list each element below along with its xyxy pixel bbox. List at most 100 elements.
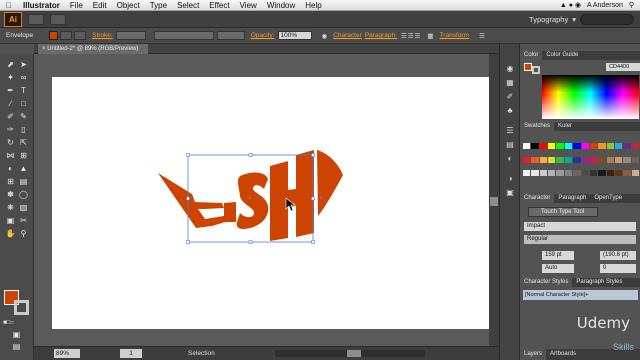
brush-definition[interactable] xyxy=(216,31,245,40)
color-stroke-indicator[interactable] xyxy=(532,66,540,74)
more-options-icon[interactable]: ☰ xyxy=(479,32,485,40)
free-transform-tool-icon[interactable]: ⊞ xyxy=(18,151,29,161)
hand-tool-icon[interactable]: ✋ xyxy=(5,229,16,239)
color-swatch[interactable] xyxy=(614,156,623,163)
eraser-tool-icon[interactable]: ▯ xyxy=(18,125,29,135)
character-style-item[interactable]: [Normal Character Style]+ xyxy=(523,290,638,300)
stroke-label[interactable]: Stroke: xyxy=(92,32,113,39)
color-swatch[interactable] xyxy=(606,143,614,149)
tab-kuler[interactable]: Kuler xyxy=(554,122,576,131)
arrange-documents-button[interactable] xyxy=(50,13,66,25)
artboard[interactable] xyxy=(52,77,489,329)
color-swatch[interactable] xyxy=(539,143,548,149)
tracking-field[interactable]: 0 xyxy=(600,264,636,273)
scroll-thumb[interactable] xyxy=(346,350,361,357)
bridge-button[interactable] xyxy=(28,13,44,25)
gradient-panel-icon[interactable]: ▤ xyxy=(504,140,516,150)
color-swatch[interactable] xyxy=(631,170,639,177)
color-swatch[interactable] xyxy=(598,170,606,177)
character-link[interactable]: Character xyxy=(333,32,362,39)
menu-window[interactable]: Window xyxy=(262,1,300,10)
color-swatch[interactable] xyxy=(523,156,531,163)
color-swatch[interactable] xyxy=(531,143,539,149)
color-swatch[interactable] xyxy=(523,143,531,149)
opacity-field[interactable]: 100% xyxy=(277,31,312,40)
menu-view[interactable]: View xyxy=(235,1,262,10)
rotate-tool-icon[interactable]: ↻ xyxy=(5,138,16,148)
kerning-field[interactable]: Auto xyxy=(542,264,574,273)
color-swatch[interactable] xyxy=(573,156,581,163)
leading-field[interactable]: (190.8 pt) xyxy=(600,251,636,260)
color-swatch[interactable] xyxy=(623,143,631,149)
color-swatch[interactable] xyxy=(564,170,573,177)
menu-effect[interactable]: Effect xyxy=(204,1,234,10)
swatches-panel-icon[interactable]: ▦ xyxy=(504,78,516,88)
eyedropper-tool-icon[interactable]: ✽ xyxy=(5,190,16,200)
font-style-field[interactable]: Regular xyxy=(524,235,636,244)
tab-artboards[interactable]: Artboards xyxy=(546,349,580,360)
variable-width-profile[interactable] xyxy=(153,31,214,40)
align-to-icon[interactable]: ▦ xyxy=(427,32,433,40)
pencil-tool-icon[interactable]: ✎ xyxy=(18,112,29,122)
menu-file[interactable]: File xyxy=(65,1,88,10)
color-swatch[interactable] xyxy=(589,143,598,149)
menu-object[interactable]: Object xyxy=(112,1,145,10)
color-swatch[interactable] xyxy=(573,143,581,149)
color-swatch[interactable] xyxy=(606,156,614,163)
drawing-mode-icon[interactable]: ▣ xyxy=(11,330,22,340)
font-size-field[interactable]: 159 pt xyxy=(542,251,574,260)
tab-swatches[interactable]: Swatches xyxy=(520,122,555,131)
color-swatch[interactable] xyxy=(556,156,564,163)
slice-tool-icon[interactable]: ✂ xyxy=(18,216,29,226)
menu-select[interactable]: Select xyxy=(172,1,204,10)
magic-wand-tool-icon[interactable]: ✦ xyxy=(5,73,16,83)
stroke-weight-field[interactable] xyxy=(115,31,146,40)
color-spectrum[interactable] xyxy=(542,75,639,119)
zoom-tool-icon[interactable]: ⚲ xyxy=(18,229,29,239)
menu-help[interactable]: Help xyxy=(300,1,326,10)
tab-paragraph[interactable]: Paragraph xyxy=(554,194,590,203)
gradient-tool-icon[interactable]: ▤ xyxy=(18,177,29,187)
color-swatch[interactable] xyxy=(548,143,556,149)
font-family-field[interactable]: Impact xyxy=(524,222,636,231)
color-swatch[interactable] xyxy=(614,143,623,149)
tab-color[interactable]: Color xyxy=(520,51,543,60)
artboard-number-field[interactable]: 1 xyxy=(120,349,142,358)
appearance-panel-icon[interactable]: ◑ xyxy=(504,174,516,184)
color-swatch[interactable] xyxy=(531,170,539,177)
color-swatch[interactable] xyxy=(623,170,631,177)
color-swatch[interactable] xyxy=(548,156,556,163)
color-swatch[interactable] xyxy=(598,156,606,163)
symbols-panel-icon[interactable]: ♣ xyxy=(504,106,516,116)
color-swatch[interactable] xyxy=(581,170,589,177)
symbol-sprayer-tool-icon[interactable]: ❋ xyxy=(5,203,16,213)
paintbrush-tool-icon[interactable]: ✐ xyxy=(5,112,16,122)
color-swatch[interactable] xyxy=(564,156,573,163)
color-swatch[interactable] xyxy=(556,143,564,149)
zoom-field[interactable]: 89% xyxy=(54,349,80,358)
color-swatch[interactable] xyxy=(581,156,589,163)
color-swatch[interactable] xyxy=(589,156,598,163)
swatch-grid[interactable] xyxy=(523,143,639,183)
tab-layers[interactable]: Layers xyxy=(520,349,547,360)
recolor-icon[interactable]: ◉ xyxy=(322,32,328,40)
current-tool-status[interactable]: Selection xyxy=(188,350,215,357)
color-swatch[interactable] xyxy=(631,143,639,149)
shape-builder-tool-icon[interactable]: ◐ xyxy=(5,164,16,174)
color-swatch[interactable] xyxy=(589,170,598,177)
color-panel-icon[interactable]: ◉ xyxy=(504,64,516,74)
fill-swatch[interactable] xyxy=(49,31,59,40)
stroke-swatch[interactable] xyxy=(74,31,87,40)
align-buttons-icon[interactable]: ☰☰☰ xyxy=(401,32,421,40)
color-swatch[interactable] xyxy=(556,170,564,177)
stroke-color-box[interactable] xyxy=(14,300,29,315)
column-graph-tool-icon[interactable]: ▧ xyxy=(18,203,29,213)
vertical-scrollbar[interactable] xyxy=(489,54,499,346)
screen-mode-icon[interactable]: ▤ xyxy=(11,342,22,352)
search-icon[interactable]: ⚲ xyxy=(629,1,634,9)
pen-tool-icon[interactable]: ✒ xyxy=(5,86,16,96)
perspective-grid-tool-icon[interactable]: ▲ xyxy=(18,164,29,174)
opacity-label[interactable]: Opacity: xyxy=(251,32,275,39)
color-swatch[interactable] xyxy=(539,170,548,177)
type-tool-icon[interactable]: T xyxy=(18,86,29,96)
